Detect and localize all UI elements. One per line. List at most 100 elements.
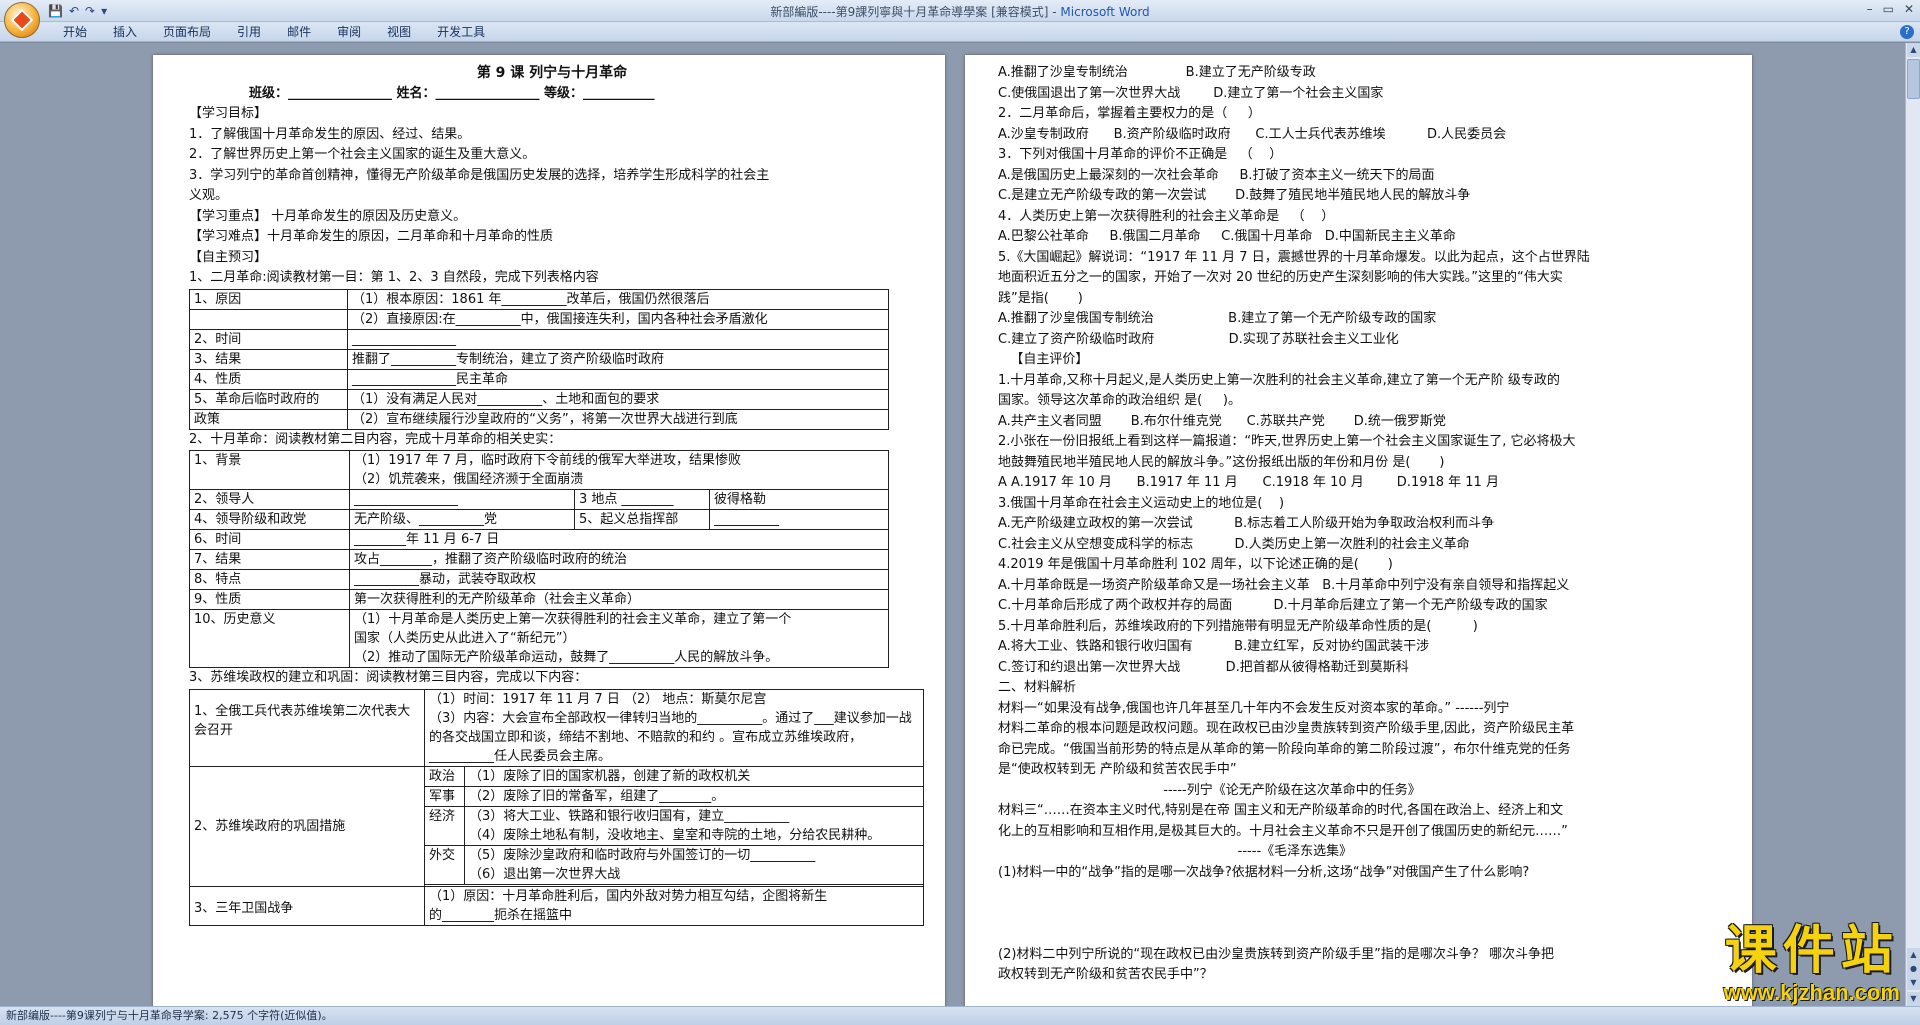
watermark-text: 课件站 [1724, 921, 1899, 981]
question-line: A.将大工业、铁路和银行收归国有 B.建立红军，反对协约国武装干涉 [998, 639, 1430, 654]
question-line [998, 883, 1722, 904]
table-cell: 2、时间 [189, 328, 348, 350]
table-cell[interactable]: （2）废除了旧的常备军，组建了________。 [464, 785, 924, 807]
office-button[interactable] [4, 2, 40, 38]
table-row: 政策 （2）宣布继续履行沙皇政府的“义务”，将第一次世界大战进行到底 [189, 408, 889, 430]
table-cell: 8、特点 [189, 569, 350, 590]
table-cell[interactable]: 无产阶级、__________党 [349, 509, 575, 530]
word-count[interactable]: 新部编版----第9课列宁与十月革命导学案: 2,575 个字符(近似值)。 [6, 1009, 333, 1022]
table-cell: 1、全俄工兵代表苏维埃第二次代表大会召开 [189, 688, 425, 767]
question-line: 2.小张在一份旧报纸上看到这样一篇报道：“昨天,世界历史上第一个社会主义国家诞生… [998, 434, 1576, 449]
scroll-up-icon[interactable]: ▲ [1907, 43, 1920, 57]
close-button[interactable]: ✕ [1904, 2, 1914, 16]
table-cell[interactable]: ________________民主革命 [347, 368, 889, 390]
table-cell: 外交 [424, 844, 465, 885]
section-1-title: 1、二月革命:阅读教材第一目：第 1、2、3 自然段，完成下列表格内容 [189, 270, 599, 285]
table-cell[interactable]: 推翻了__________专制统治，建立了资产阶级临时政府 [347, 348, 889, 370]
tab-references[interactable]: 引用 [224, 24, 274, 40]
question-line: 地鼓舞殖民地半殖民地人民的解放斗争。”这份报纸出版的年份和月份 是( ) [998, 454, 1445, 470]
table-row: 1、原因 （1）根本原因：1861 年__________改革后，俄国仍然很落后 [189, 288, 889, 310]
table-cell: 3 地点 ________ [574, 489, 710, 510]
goals-heading: 【学习目标】 [189, 106, 268, 121]
page-1-content: 第 9 课 列宁与十月革命 班级：________________ 姓名：___… [189, 63, 924, 926]
minimize-button[interactable]: – [1867, 2, 1873, 16]
next-page-icon[interactable]: ▼ [1907, 976, 1920, 990]
table-cell[interactable]: （1）没有满足人民对__________、土地和面包的要求 [347, 388, 889, 410]
tab-insert[interactable]: 插入 [100, 24, 150, 40]
tab-view[interactable]: 视图 [374, 24, 424, 40]
tab-home[interactable]: 开始 [50, 24, 100, 40]
table-cell: （1）1917 年 7 月，临时政府下令前线的俄军大举进攻，结果惨败 （2）饥荒… [349, 450, 889, 490]
table-cell: 9、性质 [189, 589, 350, 610]
question-line: 国家。领导这次革命的政治组织 是( )。 [998, 393, 1241, 408]
cell-line[interactable]: （3）内容：大会宣布全部政权一律转归当地的__________。通过了___建议… [429, 709, 919, 766]
title-bar: 💾 ↶ ↷ ▾ 新部編版----第9課列寧與十月革命導學案 [兼容模式] - M… [0, 0, 1920, 38]
section-3-title: 3、苏维埃政权的建立和巩固：阅读教材第三目内容，完成以下内容： [189, 670, 588, 685]
question-line: 4．人类历史上第一次获得胜利的社会主义革命是 （ ） [998, 208, 1335, 224]
question-line: 地面积近五分之一的国家，开始了一次对 20 世纪的历史产生深刻影响的伟大实践。”… [998, 270, 1563, 285]
difficult-points: 【学习难点】十月革命发生的原因，二月革命和十月革命的性质 [189, 229, 554, 244]
question-line: 命已完成。“俄国当前形势的特点是从革命的第一阶段向革命的第二阶段过渡”，布尔什维… [998, 741, 1571, 757]
cell-line[interactable]: （3）将大工业、铁路和银行收归国有，建立__________ [469, 807, 919, 826]
table-row: 6、时间 ________年 11 月 6-7 日 [189, 529, 889, 550]
prev-page-icon[interactable]: ▲ [1907, 948, 1920, 962]
question-line: A.巴黎公社革命 B.俄国二月革命 C.俄国十月革命 D.中国新民主主义革命 [998, 229, 1456, 244]
table-cell[interactable]: __________ [709, 509, 889, 530]
preview-heading: 【自主预习】 [189, 249, 268, 265]
cell-line: （6）退出第一次世界大战 [469, 866, 621, 882]
table-cell: 第一次获得胜利的无产阶级革命（社会主义革命） [349, 589, 889, 610]
cell-line[interactable]: 的________扼杀在摇篮中 [429, 906, 919, 925]
table-cell: （1）十月革命是人类历史上第一次获得胜利的社会主义革命，建立了第一个 国家（人类… [349, 609, 889, 668]
table-cell[interactable]: ________________ [347, 328, 889, 350]
cell-line[interactable]: （5）废除沙皇政府和临时政府与外国签订的一切__________ [469, 846, 919, 865]
tab-review[interactable]: 审阅 [324, 24, 374, 40]
key-points: 【学习重点】 十月革命发生的原因及历史意义。 [189, 208, 467, 224]
scroll-down-icon[interactable]: ▼ [1907, 992, 1920, 1006]
table-cell[interactable]: ________________ [349, 489, 575, 510]
status-bar: 新部编版----第9课列宁与十月革命导学案: 2,575 个字符(近似值)。 [0, 1006, 1920, 1025]
scrollbar-thumb[interactable] [1907, 59, 1920, 99]
table-cell: （1）废除了旧的国家机器，创建了新的政权机关 [464, 765, 924, 787]
table-row: 4、性质 ________________民主革命 [189, 368, 889, 390]
goal-item: 3．学习列宁的革命首创精神，懂得无产阶级革命是俄国历史发展的选择，培养学生形成科… [189, 167, 770, 183]
question-line: 材料二革命的根本问题是政权问题。现在政权已由沙皇贵族转到资产阶级手里,因此，资产… [998, 721, 1575, 736]
select-browse-object-icon[interactable]: ● [1907, 962, 1920, 976]
document-title: 新部編版----第9課列寧與十月革命導學案 [兼容模式] - [770, 5, 1061, 19]
table-cell: 4、领导阶级和政党 [189, 509, 350, 530]
table-cell[interactable]: ________年 11 月 6-7 日 [349, 529, 889, 550]
table-cell: 经济 [424, 805, 465, 846]
question-line: 材料一“如果没有战争,俄国也许几年甚至几十年内不会发生反对资本家的革命。” --… [998, 700, 1510, 716]
goal-item: 义观。 [189, 188, 229, 203]
vertical-scrollbar[interactable]: ▲ ▲ ● ▼ ▼ [1905, 43, 1920, 1006]
table-cell[interactable]: （1）根本原因：1861 年__________改革后，俄国仍然很落后 [347, 288, 889, 310]
table-row: 10、历史意义 （1）十月革命是人类历史上第一次获得胜利的社会主义革命，建立了第… [189, 609, 889, 668]
watermark-url: www.kjzhan.com [1723, 980, 1900, 1005]
table-cell[interactable]: （2）直接原因:在__________中，俄国接连失利，国内各种社会矛盾激化 [347, 308, 889, 330]
table-cell[interactable]: __________暴动，武装夺取政权 [349, 569, 889, 590]
cell-blank[interactable]: ________ [622, 492, 674, 507]
tab-page-layout[interactable]: 页面布局 [150, 24, 224, 40]
table-cell: 军事 [424, 785, 465, 807]
table-row: 8、特点 __________暴动，武装夺取政权 [189, 569, 889, 590]
table-row: 3、三年卫国战争 （1）原因：十月革命胜利后，国内外敌对势力相互勾结，企图将新生… [189, 885, 924, 926]
tab-mailings[interactable]: 邮件 [274, 24, 324, 40]
cell-line[interactable]: （2）推动了国际无产阶级革命运动，鼓舞了__________人民的解放斗争。 [354, 648, 884, 667]
question-line: -----《毛泽东选集》 [998, 844, 1353, 859]
maximize-button[interactable]: ▭ [1883, 2, 1894, 16]
table-cell[interactable]: 攻占________，推翻了资产阶级临时政府的统治 [349, 549, 889, 570]
table-cell: 5、起义总指挥部 [574, 509, 710, 530]
app-name: Microsoft Word [1060, 5, 1150, 19]
table-cell: 政策 [189, 408, 348, 430]
help-icon[interactable]: ? [1900, 25, 1914, 39]
cell-line: （1）1917 年 7 月，临时政府下令前线的俄军大举进攻，结果惨败 [354, 453, 742, 468]
tab-developer[interactable]: 开发工具 [424, 24, 498, 40]
question-line: 3．下列对俄国十月革命的评价不正确是 （ ） [998, 147, 1283, 162]
table-cell[interactable]: （2）宣布继续履行沙皇政府的“义务”，将第一次世界大战进行到底 [347, 408, 889, 430]
question-line: 政权转到无产阶级和贫苦农民手中”？ [998, 967, 1213, 982]
table-row: 2、时间 ________________ [189, 328, 889, 350]
table-cell: 4、性质 [189, 368, 348, 390]
question-line: 践”是指( ) [998, 290, 1083, 306]
table-cell: 3、三年卫国战争 [189, 885, 425, 926]
question-line: (1)材料一中的“战争”指的是哪一次战争?依据材料一分析,这场“战争”对俄国产生… [998, 864, 1530, 880]
question-line: 5.《大国崛起》解说词：“1917 年 11 月 7 日，震撼世界的十月革命爆发… [998, 249, 1590, 265]
